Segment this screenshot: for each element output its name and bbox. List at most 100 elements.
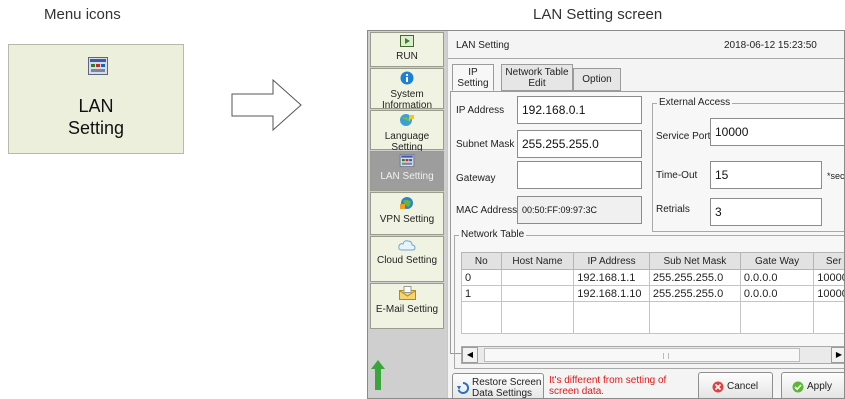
column-header-host-name[interactable]: Host Name	[500, 252, 575, 270]
mac-address-label: MAC Address	[456, 205, 518, 216]
sidebar-item-label: VPN Setting	[379, 214, 435, 225]
horizontal-scrollbar[interactable]: ◀ ▶	[461, 346, 844, 364]
lan-screen-caption: LAN Setting screen	[533, 6, 663, 23]
timeout-unit: *sec	[827, 171, 845, 181]
lan-icon	[88, 57, 108, 80]
table-cell: 255.255.255.0	[648, 269, 741, 286]
ip-address-input[interactable]: 192.168.0.1	[517, 96, 642, 124]
right-arrow-icon	[231, 79, 302, 131]
menu-icon-label: LAN Setting	[9, 95, 183, 139]
tab-label: Network Table Edit	[505, 67, 569, 89]
sidebar-item-run[interactable]: RUN	[370, 32, 444, 67]
sidebar-item-label: LAN Setting	[380, 171, 434, 182]
service-port-input[interactable]: 10000	[710, 118, 844, 146]
apply-button[interactable]: Apply	[781, 372, 844, 398]
table-cell: 0.0.0.0	[739, 285, 815, 302]
retrials-label: Retrials	[656, 204, 690, 215]
lan-setting-screen: RUN System Information Language Setting …	[367, 30, 845, 399]
sidebar: RUN System Information Language Setting …	[368, 31, 447, 398]
warning-line2: screen data.	[549, 386, 605, 397]
table-header-row: No Host Name IP Address Sub Net Mask Gat…	[461, 252, 844, 270]
datetime-display: 2018-06-12 15:23:50	[724, 40, 817, 51]
column-header-service[interactable]: Ser	[813, 252, 844, 270]
restore-label-line1: Restore Screen	[472, 377, 542, 388]
sidebar-item-cloud-setting[interactable]: Cloud Setting	[370, 236, 444, 282]
table-cell	[500, 285, 575, 302]
column-header-subnet-mask[interactable]: Sub Net Mask	[648, 252, 741, 270]
warning-line1: It's different from setting of	[549, 375, 667, 386]
sidebar-item-language-setting[interactable]: Language Setting	[370, 110, 444, 153]
ip-setting-panel: IP Address 192.168.0.1 Subnet Mask 255.2…	[450, 91, 845, 369]
menu-icon-label-line1: LAN	[78, 96, 114, 116]
lan-icon	[371, 154, 443, 170]
sidebar-item-lan-setting[interactable]: LAN Setting	[370, 151, 444, 191]
sidebar-item-label: E-Mail Setting	[375, 304, 439, 315]
service-port-label: Service Port	[656, 131, 711, 142]
checkmark-icon	[792, 381, 804, 396]
sidebar-item-email-setting[interactable]: E-Mail Setting	[370, 283, 444, 329]
column-header-gate-way[interactable]: Gate Way	[739, 252, 815, 270]
subnet-mask-input[interactable]: 255.255.255.0	[517, 130, 642, 158]
table-cell: 0.0.0.0	[739, 269, 815, 286]
external-access-title: External Access	[657, 97, 733, 108]
tab-label: Option	[582, 74, 612, 85]
lan-setting-menu-icon[interactable]: LAN Setting	[8, 44, 184, 154]
tab-ip-setting[interactable]: IP Setting	[452, 64, 494, 91]
language-icon	[371, 113, 443, 130]
screen-title: LAN Setting	[456, 40, 510, 51]
ip-address-label: IP Address	[456, 105, 505, 116]
table-cell: 192.168.1.1	[573, 269, 650, 286]
table-cell: 10000	[813, 269, 844, 286]
sidebar-item-system-information[interactable]: System Information	[370, 68, 444, 111]
column-header-ip-address[interactable]: IP Address	[573, 252, 650, 270]
warning-message: It's different from setting of screen da…	[549, 375, 666, 397]
cancel-icon	[712, 381, 724, 396]
tab-option[interactable]: Option	[573, 68, 621, 91]
restore-icon	[457, 381, 470, 397]
table-cell: 1	[461, 285, 502, 302]
table-row[interactable]: 0 192.168.1.1 255.255.255.0 0.0.0.0 1000…	[461, 269, 844, 286]
table-cell: 255.255.255.0	[648, 285, 741, 302]
retrials-input[interactable]: 3	[710, 198, 822, 226]
network-table: No Host Name IP Address Sub Net Mask Gat…	[461, 252, 844, 334]
timeout-input[interactable]: 15	[710, 161, 822, 189]
subnet-mask-label: Subnet Mask	[456, 139, 515, 150]
sidebar-item-label: Cloud Setting	[376, 255, 438, 266]
network-table-group: Network Table No Host Name IP Address Su…	[454, 229, 844, 369]
main-content: LAN Setting 2018-06-12 15:23:50 IP Setti…	[448, 31, 845, 399]
table-cell	[500, 269, 575, 286]
table-empty-area	[461, 301, 844, 334]
vpn-icon	[371, 195, 443, 213]
cancel-label: Cancel	[727, 381, 759, 392]
sidebar-item-label: System Information	[381, 89, 433, 111]
table-cell: 10000	[813, 285, 844, 302]
column-header-no[interactable]: No	[461, 252, 502, 270]
scroll-left-icon[interactable]: ◀	[462, 347, 478, 363]
info-icon	[371, 71, 443, 88]
scroll-up-arrow-icon[interactable]	[371, 360, 385, 390]
tab-label: IP Setting	[457, 67, 489, 89]
apply-label: Apply	[807, 381, 833, 392]
gateway-label: Gateway	[456, 173, 496, 184]
mac-address-display: 00:50:FF:09:97:3C	[517, 196, 642, 224]
sidebar-item-label: RUN	[396, 51, 418, 62]
table-cell: 0	[461, 269, 502, 286]
tab-network-table-edit[interactable]: Network Table Edit	[501, 64, 573, 91]
menu-icons-caption: Menu icons	[44, 6, 121, 23]
title-bar: LAN Setting 2018-06-12 15:23:50	[448, 31, 844, 59]
network-table-title: Network Table	[459, 229, 527, 240]
sidebar-item-vpn-setting[interactable]: VPN Setting	[370, 192, 444, 235]
timeout-label: Time-Out	[656, 170, 698, 181]
gateway-input[interactable]	[517, 161, 642, 189]
cancel-button[interactable]: Cancel	[698, 372, 773, 398]
cloud-icon	[371, 239, 443, 254]
table-row[interactable]: 1 192.168.1.10 255.255.255.0 0.0.0.0 100…	[461, 285, 844, 302]
external-access-group: External Access Service Port 10000 Time-…	[652, 97, 845, 232]
scrollbar-thumb[interactable]	[484, 348, 800, 362]
scroll-right-icon[interactable]: ▶	[831, 347, 844, 363]
run-icon	[371, 35, 443, 50]
restore-label: Restore Screen Data Settings	[472, 377, 542, 399]
menu-icon-label-line2: Setting	[67, 118, 125, 138]
restore-screen-data-settings-button[interactable]: Restore Screen Data Settings	[452, 373, 544, 399]
restore-label-line2: Data Settings	[472, 388, 533, 399]
